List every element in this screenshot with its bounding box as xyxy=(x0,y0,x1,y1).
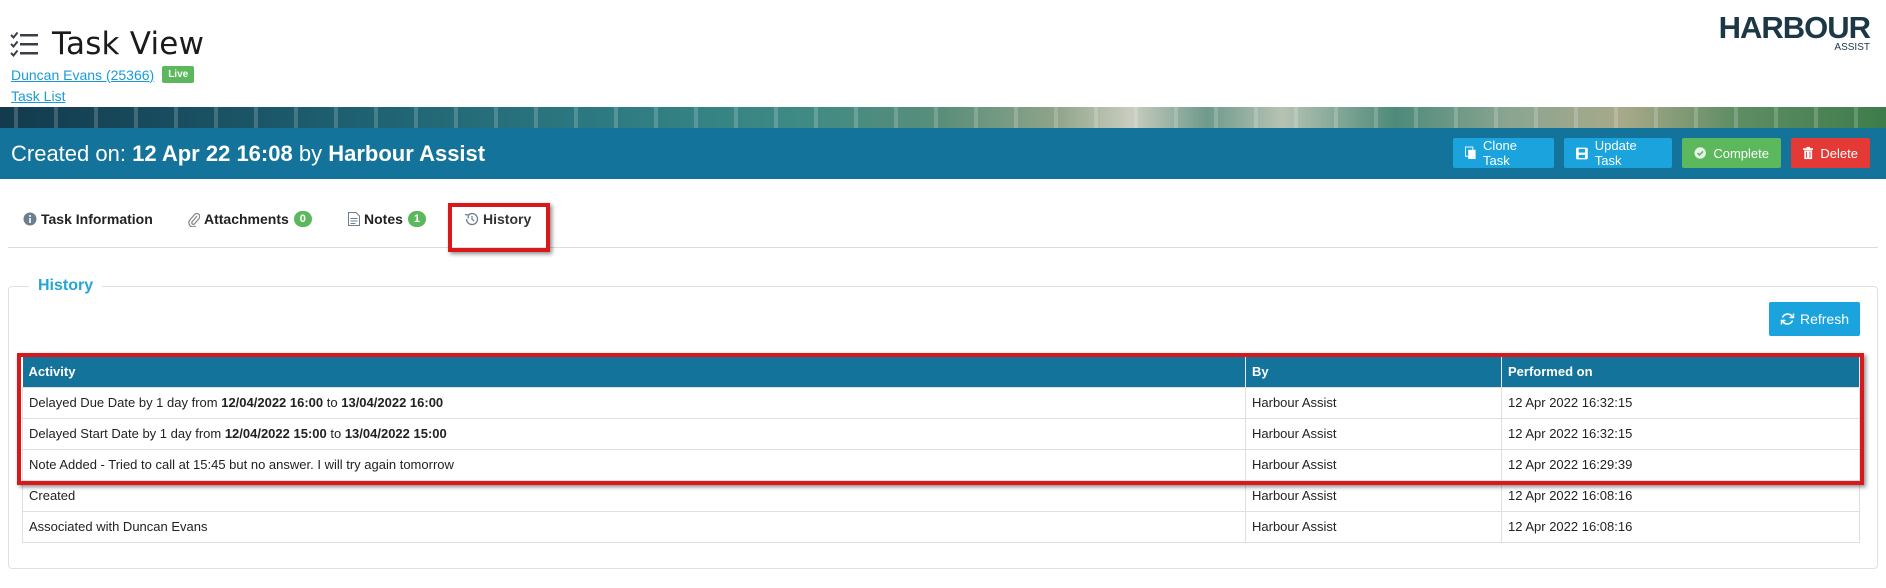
activity-cell: Associated with Duncan Evans xyxy=(22,510,1246,543)
table-row: Created Harbour Assist 12 Apr 2022 16:08… xyxy=(22,479,1860,512)
refresh-button[interactable]: Refresh xyxy=(1769,302,1860,336)
activity-text: Delayed Start Date by 1 day from xyxy=(29,426,225,441)
tab-task-information[interactable]: Task Information xyxy=(23,211,153,227)
column-header-performed-on[interactable]: Performed on xyxy=(1501,357,1860,387)
harbour-banner-image xyxy=(0,107,1886,128)
table-row: Note Added - Tried to call at 15:45 but … xyxy=(22,448,1860,481)
created-by: Harbour Assist xyxy=(328,140,486,166)
history-section-title: History xyxy=(29,277,103,295)
activity-from-value: 12/04/2022 15:00 xyxy=(224,426,327,441)
tab-attachments[interactable]: Attachments 0 xyxy=(188,211,312,227)
table-row: Delayed Start Date by 1 day from 12/04/2… xyxy=(22,417,1860,450)
attachments-count-badge: 0 xyxy=(293,211,312,227)
clone-task-label: Clone Task xyxy=(1483,138,1518,168)
page-header: Task View xyxy=(10,26,204,62)
update-task-button[interactable]: Update Task xyxy=(1564,138,1672,168)
delete-label: Delete xyxy=(1820,145,1858,161)
activity-cell: Delayed Due Date by 1 day from 12/04/202… xyxy=(22,386,1246,419)
contact-link[interactable]: Duncan Evans (25366) xyxy=(11,67,154,83)
activity-cell: Created xyxy=(22,479,1246,512)
clone-task-button[interactable]: Clone Task xyxy=(1453,138,1554,168)
contact-row: Duncan Evans (25366) Live xyxy=(11,66,195,83)
created-by-word: by xyxy=(298,140,323,166)
activity-to-value: 13/04/2022 15:00 xyxy=(344,426,447,441)
performed-on-cell: 12 Apr 2022 16:08:16 xyxy=(1501,510,1860,543)
column-header-activity[interactable]: Activity xyxy=(22,357,1246,387)
complete-label: Complete xyxy=(1713,145,1769,161)
delete-button[interactable]: Delete xyxy=(1791,138,1870,168)
tab-notes-label: Notes xyxy=(364,211,403,227)
task-actions: Clone Task Update Task Complete Delete xyxy=(1453,138,1870,168)
complete-button[interactable]: Complete xyxy=(1682,138,1781,168)
activity-cell: Note Added - Tried to call at 15:45 but … xyxy=(22,448,1246,481)
activity-to-value: 13/04/2022 16:00 xyxy=(341,395,444,410)
check-circle-icon xyxy=(1694,147,1706,159)
update-task-label: Update Task xyxy=(1594,138,1637,168)
trash-icon xyxy=(1803,146,1814,160)
history-table: Activity By Performed on Delayed Due Dat… xyxy=(22,357,1860,543)
tab-notes[interactable]: Notes 1 xyxy=(348,211,427,227)
table-row: Delayed Due Date by 1 day from 12/04/202… xyxy=(22,386,1860,419)
task-list-icon xyxy=(10,31,38,57)
tab-task-information-label: Task Information xyxy=(41,211,153,227)
created-info: Created on: 12 Apr 22 16:08 by Harbour A… xyxy=(11,141,485,167)
activity-from-value: 12/04/2022 16:00 xyxy=(221,395,324,410)
activity-text: Delayed Due Date by 1 day from xyxy=(29,395,222,410)
column-header-by[interactable]: By xyxy=(1245,357,1502,387)
paperclip-icon xyxy=(188,212,200,227)
task-info-bar: Created on: 12 Apr 22 16:08 by Harbour A… xyxy=(0,128,1886,179)
by-cell: Harbour Assist xyxy=(1245,448,1502,481)
copy-icon xyxy=(1465,146,1476,159)
notes-count-badge: 1 xyxy=(407,211,427,227)
tab-attachments-label: Attachments xyxy=(204,211,289,227)
created-prefix: Created on: xyxy=(11,140,126,166)
table-row: Associated with Duncan Evans Harbour Ass… xyxy=(22,510,1860,543)
task-tabs: Task Information Attachments 0 Notes 1 H… xyxy=(8,200,1878,248)
info-icon xyxy=(23,212,37,226)
performed-on-cell: 12 Apr 2022 16:32:15 xyxy=(1501,417,1860,450)
by-cell: Harbour Assist xyxy=(1245,510,1502,543)
history-tab-highlight-box xyxy=(448,203,550,252)
page-title: Task View xyxy=(52,26,205,62)
refresh-label: Refresh xyxy=(1799,311,1850,327)
performed-on-cell: 12 Apr 2022 16:08:16 xyxy=(1501,479,1860,512)
save-icon xyxy=(1576,147,1588,159)
status-badge: Live xyxy=(162,66,195,83)
performed-on-cell: 12 Apr 2022 16:32:15 xyxy=(1501,386,1860,419)
logo-main-text: HARBOUR xyxy=(1718,10,1871,45)
by-cell: Harbour Assist xyxy=(1245,479,1502,512)
harbour-assist-logo: HARBOUR ASSIST xyxy=(1718,10,1871,53)
document-icon xyxy=(348,212,360,226)
activity-to-word: to xyxy=(326,426,345,441)
task-list-link[interactable]: Task List xyxy=(11,88,65,104)
created-date: 12 Apr 22 16:08 xyxy=(132,140,293,166)
by-cell: Harbour Assist xyxy=(1245,417,1502,450)
table-header-row: Activity By Performed on xyxy=(22,357,1860,387)
refresh-icon xyxy=(1780,313,1795,325)
activity-to-word: to xyxy=(323,395,342,410)
performed-on-cell: 12 Apr 2022 16:29:39 xyxy=(1501,448,1860,481)
by-cell: Harbour Assist xyxy=(1245,386,1502,419)
activity-cell: Delayed Start Date by 1 day from 12/04/2… xyxy=(22,417,1246,450)
